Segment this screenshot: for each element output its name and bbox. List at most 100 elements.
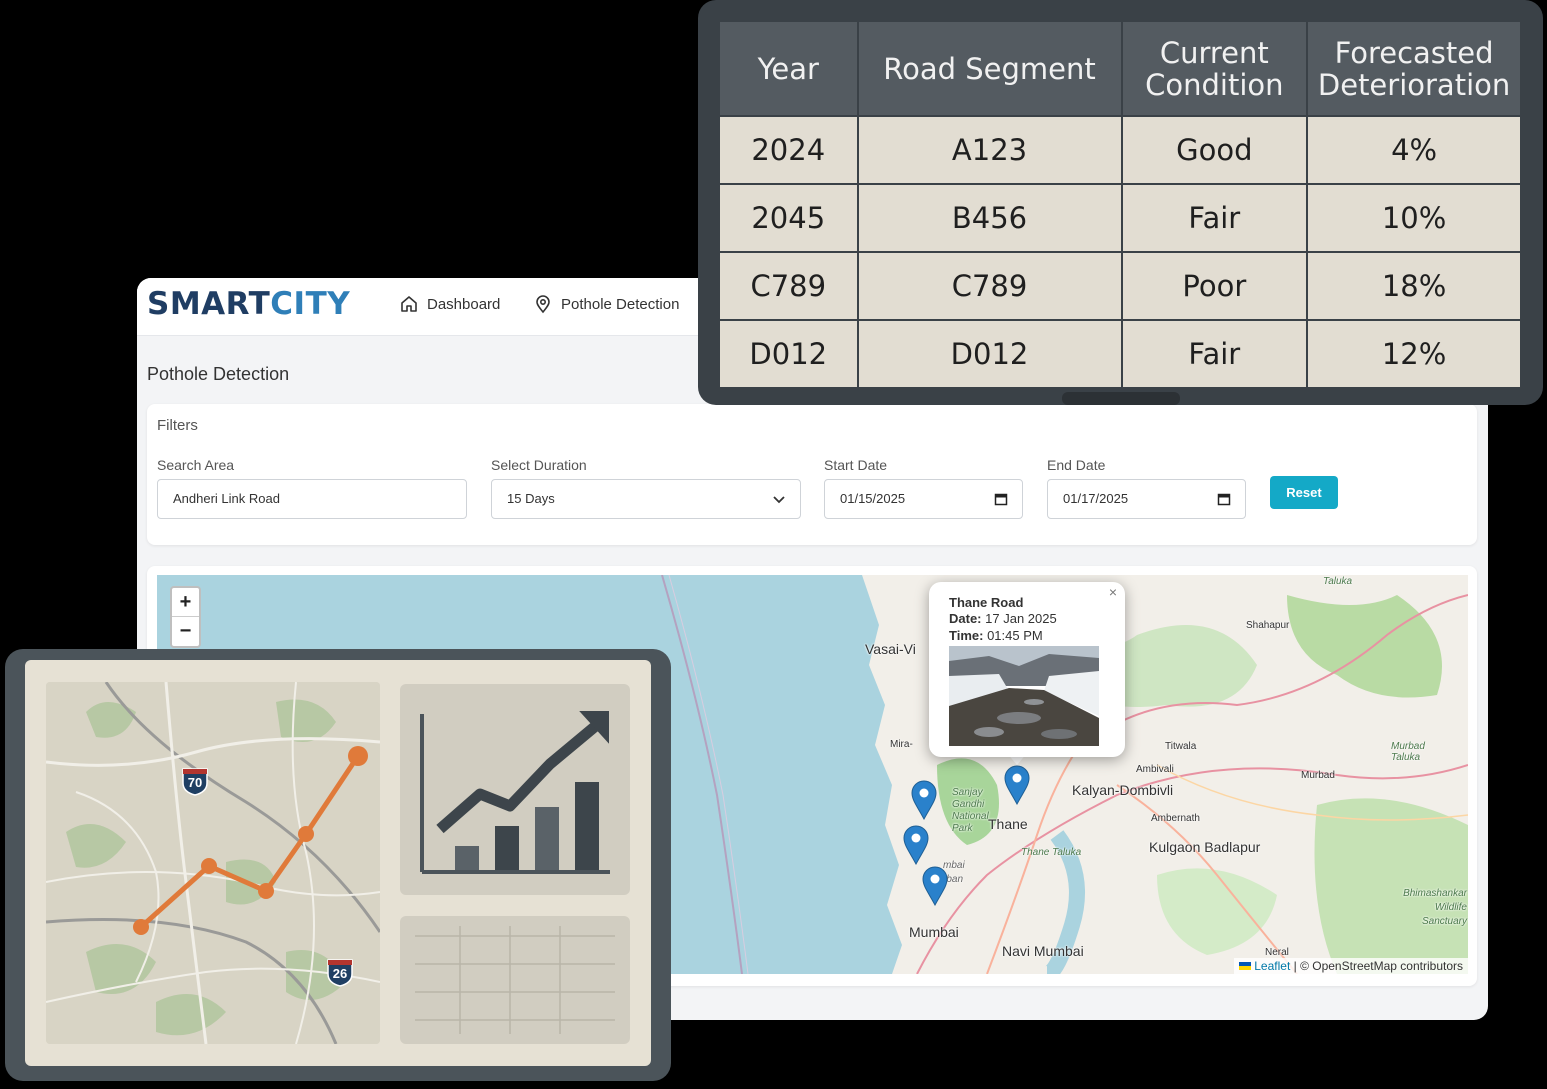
cell-year: 2024 (718, 115, 859, 185)
cell-condition: Good (1120, 115, 1309, 185)
duration-value: 15 Days (507, 491, 555, 506)
pothole-marker-icon[interactable] (922, 866, 948, 906)
cell-year: 2045 (718, 183, 859, 253)
dashboard-illustration-frame: 70 26 (5, 649, 671, 1081)
place-mira: Mira- (890, 739, 913, 750)
place-navi-mumbai: Navi Mumbai (1002, 943, 1084, 959)
cell-condition: Poor (1120, 251, 1309, 321)
popup-date-value: 17 Jan 2025 (985, 611, 1057, 626)
cell-condition: Fair (1120, 319, 1309, 389)
filters-panel: Filters Search Area Andheri Link Road Se… (147, 404, 1477, 545)
ukraine-flag-icon (1238, 962, 1251, 970)
search-area-input[interactable]: Andheri Link Road (157, 479, 467, 519)
location-pin-icon (536, 295, 550, 314)
place-titwala: Titwala (1165, 741, 1197, 752)
start-date-input[interactable]: 01/15/2025 (824, 479, 1023, 519)
end-date-value: 01/17/2025 (1063, 491, 1129, 506)
place-murbad: Murbad (1301, 770, 1335, 781)
popup-time: Time: 01:45 PM (949, 628, 1043, 643)
leaflet-link[interactable]: Leaflet (1254, 959, 1290, 973)
cell-deterioration: 12% (1306, 319, 1522, 389)
place-shahapur: Shahapur (1246, 620, 1290, 631)
start-date-label: Start Date (824, 457, 888, 473)
home-icon (401, 296, 417, 312)
header-road-segment: Road Segment (856, 20, 1123, 117)
table-row: 2024 A123 Good 4% (718, 115, 1522, 185)
logo-part-city: CITY (270, 286, 351, 322)
frame-handle (1062, 392, 1180, 405)
attribution-text: | © OpenStreetMap contributors (1293, 959, 1463, 973)
search-area-label: Search Area (157, 457, 235, 473)
zoom-out-button[interactable]: − (172, 617, 199, 646)
route-line-icon (133, 746, 368, 935)
pothole-popup: × Thane Road Date: 17 Jan 2025 Time: 01:… (929, 582, 1125, 757)
place-ambernath: Ambernath (1151, 813, 1200, 824)
place-neral: Neral (1265, 947, 1289, 958)
reset-button[interactable]: Reset (1270, 476, 1338, 509)
end-date-input[interactable]: 01/17/2025 (1047, 479, 1246, 519)
dashboard-illustration: 70 26 (25, 660, 651, 1066)
nav-label-pothole-detection: Pothole Detection (561, 295, 680, 313)
nav-label-dashboard: Dashboard (427, 295, 501, 313)
popup-title: Thane Road (949, 595, 1023, 610)
header-forecasted-deterioration: Forecasted Deterioration (1306, 20, 1522, 117)
cell-condition: Fair (1120, 183, 1309, 253)
search-area-value: Andheri Link Road (173, 491, 280, 506)
place-thane-taluka: Thane Taluka (1021, 847, 1082, 858)
table-row: D012 D012 Fair 12% (718, 319, 1522, 389)
table-header-row: Year Road Segment Current Condition Fore… (718, 20, 1522, 117)
popup-date: Date: 17 Jan 2025 (949, 611, 1057, 626)
place-kalyan-dombivli: Kalyan-Dombivli (1072, 782, 1174, 798)
nav-item-dashboard[interactable]: Dashboard (399, 294, 500, 314)
start-date-value: 01/15/2025 (840, 491, 906, 506)
chevron-down-icon (773, 496, 785, 504)
place-ambivali: Ambivali (1136, 764, 1174, 775)
filters-title: Filters (157, 417, 198, 434)
place-taluka: Taluka (1323, 576, 1353, 587)
duration-label: Select Duration (491, 457, 587, 473)
calendar-icon[interactable] (1217, 492, 1231, 506)
place-thane: Thane (988, 816, 1028, 832)
composite-stage: SMARTCITY Dashboard Pothole Detection Po… (0, 0, 1547, 1089)
cell-deterioration: 4% (1306, 115, 1522, 185)
header-year: Year (718, 20, 859, 117)
cell-road-segment: D012 (856, 319, 1123, 389)
illustration-map: 70 26 (46, 682, 380, 1044)
smartcity-logo[interactable]: SMARTCITY (147, 286, 350, 322)
place-mumbai-suburban: mbai rban (943, 860, 965, 885)
popup-time-label: Time: (949, 628, 984, 643)
cell-road-segment: B456 (856, 183, 1123, 253)
map-zoom-control: + − (170, 586, 201, 648)
place-bhimashankar-sanctuary: Bhimashankar Wildlife Sanctuary (1403, 888, 1467, 927)
end-date-label: End Date (1047, 457, 1106, 473)
cell-year: D012 (718, 319, 859, 389)
place-vasai: Vasai-Vi (865, 641, 916, 657)
cell-year: C789 (718, 251, 859, 321)
duration-select[interactable]: 15 Days (491, 479, 801, 519)
cell-road-segment: A123 (856, 115, 1123, 185)
zoom-in-button[interactable]: + (172, 588, 199, 617)
pothole-marker-icon[interactable] (903, 825, 929, 865)
header-current-condition: Current Condition (1120, 20, 1309, 117)
pothole-photo (949, 646, 1099, 746)
nav-item-pothole-detection[interactable]: Pothole Detection (533, 294, 679, 314)
calendar-icon[interactable] (994, 492, 1008, 506)
popup-title-text: Thane Road (949, 595, 1024, 610)
table-grid-icon (400, 916, 630, 1044)
map-attribution: Leaflet | © OpenStreetMap contributors (1233, 958, 1468, 974)
cell-road-segment: C789 (856, 251, 1123, 321)
pothole-marker-icon[interactable] (911, 780, 937, 820)
growth-chart-icon (400, 684, 630, 895)
cell-deterioration: 18% (1306, 251, 1522, 321)
table-row: 2045 B456 Fair 10% (718, 183, 1522, 253)
table-row: C789 C789 Poor 18% (718, 251, 1522, 321)
pothole-marker-icon-selected[interactable] (1004, 765, 1030, 805)
forecast-table: Year Road Segment Current Condition Fore… (718, 20, 1522, 389)
popup-close-icon[interactable]: × (1109, 584, 1117, 600)
place-murbad-taluka: Murbad Taluka (1391, 741, 1425, 763)
place-kulgaon-badlapur: Kulgaon Badlapur (1149, 839, 1261, 855)
cell-deterioration: 10% (1306, 183, 1522, 253)
logo-part-smart: SMART (147, 286, 271, 322)
place-mumbai: Mumbai (909, 924, 959, 940)
page-title: Pothole Detection (147, 364, 290, 384)
